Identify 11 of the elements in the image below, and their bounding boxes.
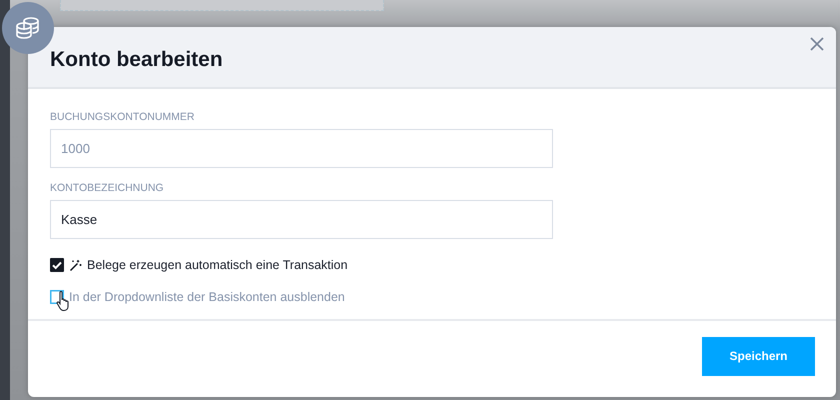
option-label: Belege erzeugen automatisch eine Transaktion bbox=[87, 258, 348, 272]
field-label: KONTOBEZEICHNUNG bbox=[50, 182, 164, 194]
magic-wand-icon bbox=[69, 258, 82, 272]
coins-icon bbox=[14, 16, 42, 40]
close-button[interactable] bbox=[808, 35, 826, 53]
input-field[interactable]: Kasse bbox=[50, 200, 553, 239]
save-button[interactable]: Speichern bbox=[702, 336, 815, 376]
dialog-title: Konto bearbeiten bbox=[50, 48, 223, 72]
checkbox[interactable] bbox=[50, 258, 64, 272]
field-label: BUCHUNGSKONTONUMMER bbox=[50, 111, 194, 123]
option-label: In der Dropdownliste der Basiskonten ausblenden bbox=[69, 290, 345, 304]
